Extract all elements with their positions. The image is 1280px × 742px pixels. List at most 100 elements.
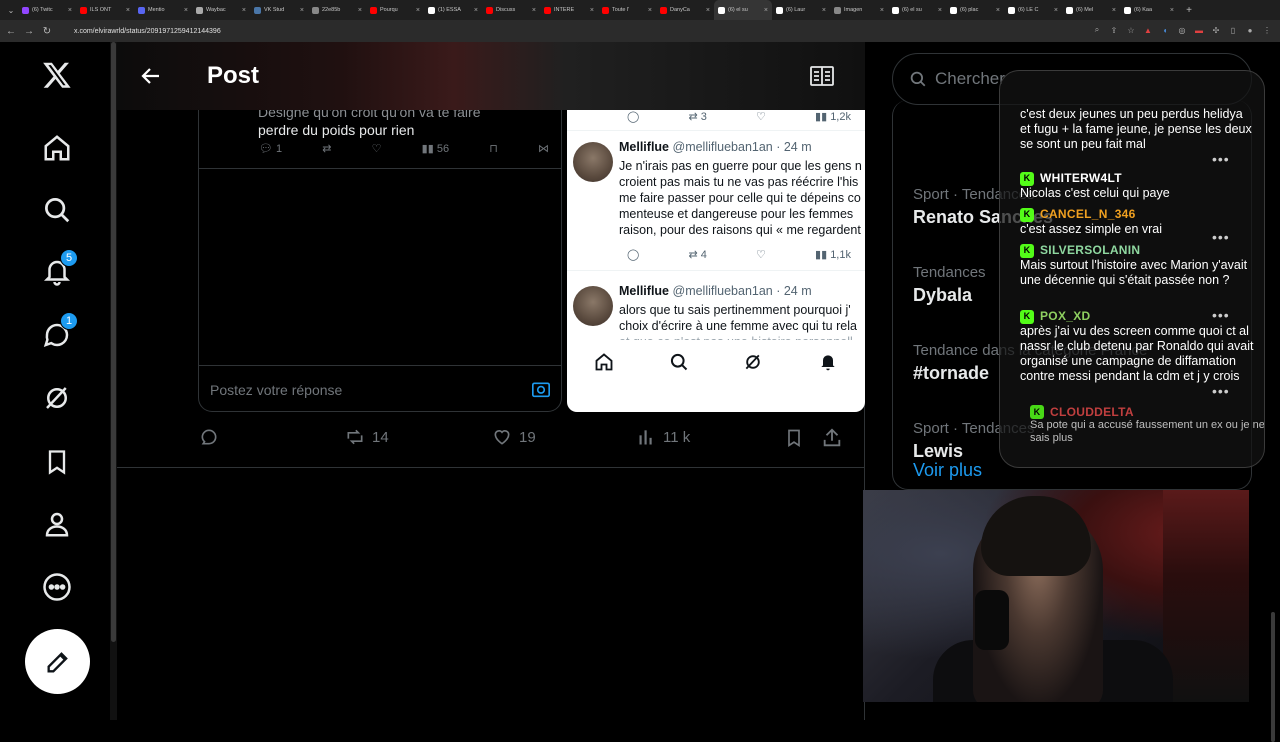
left-scrollbar[interactable]	[110, 42, 117, 720]
browser-tab[interactable]: Discuss ×	[482, 0, 540, 20]
views-chart-icon	[639, 430, 652, 445]
sidebar-icon[interactable]: ▯	[1228, 24, 1238, 36]
tab-close-icon[interactable]: ×	[706, 7, 710, 14]
home-icon[interactable]	[38, 129, 76, 167]
extensions-puzzle-icon[interactable]: ✣	[1211, 24, 1221, 36]
stream-chat-overlay: c'est deux jeunes un peu perdus helidya …	[999, 70, 1265, 468]
browser-tab[interactable]: INTERE ×	[540, 0, 598, 20]
search-icon[interactable]	[38, 191, 76, 229]
profile-icon[interactable]	[38, 505, 76, 543]
browser-tab[interactable]: (1) ESSA ×	[424, 0, 482, 20]
browser-tab[interactable]: Waybac ×	[192, 0, 250, 20]
tab-close-icon[interactable]: ×	[1054, 7, 1058, 14]
chat-username: WHITERW4LT	[1040, 171, 1122, 185]
browser-tab[interactable]: 22e85b ×	[308, 0, 366, 20]
tab-list-icon[interactable]: ⌄	[4, 3, 18, 17]
bookmark-star-icon[interactable]: ☆	[1126, 24, 1136, 36]
back-nav-icon[interactable]: ←	[4, 24, 18, 38]
browser-tab[interactable]: VK Stud ×	[250, 0, 308, 20]
browser-tab[interactable]: (6) el su ×	[714, 0, 772, 20]
tab-label: Waybac	[206, 7, 226, 13]
attached-image-dark[interactable]: Désigne qu'on croit qu'on va te faire pe…	[198, 110, 562, 412]
avatar	[573, 142, 613, 182]
tab-close-icon[interactable]: ×	[68, 7, 72, 14]
tab-close-icon[interactable]: ×	[358, 7, 362, 14]
more-options-icon[interactable]	[38, 568, 76, 606]
browser-tab[interactable]: Imagen ×	[830, 0, 888, 20]
view-count: 11 k	[663, 428, 691, 446]
extension-icon[interactable]: ▬	[1194, 24, 1204, 36]
browser-tab[interactable]: (6) plac ×	[946, 0, 1004, 20]
tab-close-icon[interactable]: ×	[590, 7, 594, 14]
compose-post-button[interactable]	[25, 629, 90, 694]
tab-close-icon[interactable]: ×	[184, 7, 188, 14]
tab-close-icon[interactable]: ×	[416, 7, 420, 14]
right-scrollbar[interactable]	[1270, 82, 1276, 742]
trend-item[interactable]: Tendances Dybala	[913, 264, 986, 306]
tab-favicon-icon	[1008, 6, 1015, 14]
browser-tab[interactable]: (6) el su ×	[888, 0, 946, 20]
tab-label: (1) ESSA	[438, 7, 461, 13]
tab-close-icon[interactable]: ×	[764, 7, 768, 14]
menu-icon[interactable]: ⋮	[1262, 24, 1272, 36]
tab-close-icon[interactable]: ×	[648, 7, 652, 14]
browser-tab[interactable]: (6) Kaa ×	[1120, 0, 1178, 20]
reload-icon[interactable]: ↻	[40, 24, 54, 38]
tab-label: Discuss	[496, 7, 516, 13]
back-arrow-icon[interactable]	[139, 64, 163, 88]
tab-favicon-icon	[196, 6, 203, 14]
notifications-bell-icon[interactable]: 5	[38, 249, 78, 291]
bookmark-button[interactable]	[784, 427, 804, 449]
show-more-link[interactable]: Voir plus	[913, 460, 982, 481]
tab-close-icon[interactable]: ×	[126, 7, 130, 14]
browser-tab[interactable]: (6) Mel ×	[1062, 0, 1120, 20]
tab-close-icon[interactable]: ×	[300, 7, 304, 14]
reply-icon	[201, 429, 217, 445]
tab-close-icon[interactable]: ×	[880, 7, 884, 14]
browser-tab[interactable]: (6) Twitc ×	[18, 0, 76, 20]
shot1-text: Désigne qu'on croit qu'on va te faire pe…	[258, 110, 481, 138]
extension-icon[interactable]: ◖	[1160, 24, 1170, 36]
url-field[interactable]: x.com/elvirawrld/status/2091971259412144…	[74, 28, 221, 35]
tab-close-icon[interactable]: ×	[996, 7, 1000, 14]
tab-close-icon[interactable]: ×	[1170, 7, 1174, 14]
tab-close-icon[interactable]: ×	[242, 7, 246, 14]
reply-button[interactable]	[199, 427, 219, 447]
more-options-icon[interactable]: •••	[1212, 383, 1230, 399]
tab-close-icon[interactable]: ×	[938, 7, 942, 14]
browser-tab[interactable]: Mentio ×	[134, 0, 192, 20]
bookmarks-icon[interactable]	[38, 443, 76, 481]
tab-close-icon[interactable]: ×	[1112, 7, 1116, 14]
browser-tab[interactable]: (6) LE C ×	[1004, 0, 1062, 20]
views-button[interactable]: 11 k	[637, 427, 690, 447]
profile-icon[interactable]: ●	[1245, 24, 1255, 36]
zoom-icon[interactable]: ⌕	[1092, 24, 1102, 36]
browser-tab[interactable]: Toute l' ×	[598, 0, 656, 20]
like-button[interactable]: 19	[491, 427, 536, 447]
tab-label: (6) Twitc	[32, 7, 53, 13]
extension-icon[interactable]: ◎	[1177, 24, 1187, 36]
browser-tab[interactable]: DanyCa ×	[656, 0, 714, 20]
forward-nav-icon[interactable]: →	[22, 24, 36, 38]
share-page-icon[interactable]: ⇪	[1109, 24, 1119, 36]
tab-label: ILS ONT	[90, 7, 112, 13]
tab-close-icon[interactable]: ×	[532, 7, 536, 14]
reader-mode-icon[interactable]	[810, 66, 834, 86]
share-button[interactable]	[821, 427, 843, 449]
more-options-icon[interactable]: •••	[1212, 151, 1230, 167]
browser-tab[interactable]: (6) Laur ×	[772, 0, 830, 20]
new-tab-button[interactable]: +	[1182, 3, 1196, 17]
attached-image-light[interactable]: ◯ ⇄ 3 ♡ ▮▮ 1,2k Melliflue @melliflueban1…	[567, 110, 865, 412]
messages-icon[interactable]: 1	[38, 312, 78, 354]
x-logo-icon[interactable]	[38, 56, 76, 94]
tab-close-icon[interactable]: ×	[822, 7, 826, 14]
s2-like-icon: ♡	[756, 249, 766, 261]
retweet-button[interactable]: 14	[344, 427, 389, 447]
browser-tab[interactable]: ILS ONT ×	[76, 0, 134, 20]
grok-icon[interactable]	[38, 379, 76, 417]
extension-icon[interactable]: ▲	[1143, 24, 1153, 36]
tab-close-icon[interactable]: ×	[474, 7, 478, 14]
tab-label: (6) Laur	[786, 7, 806, 13]
shot1-views: ▮▮ 56	[421, 143, 450, 155]
browser-tab[interactable]: Pourqu ×	[366, 0, 424, 20]
